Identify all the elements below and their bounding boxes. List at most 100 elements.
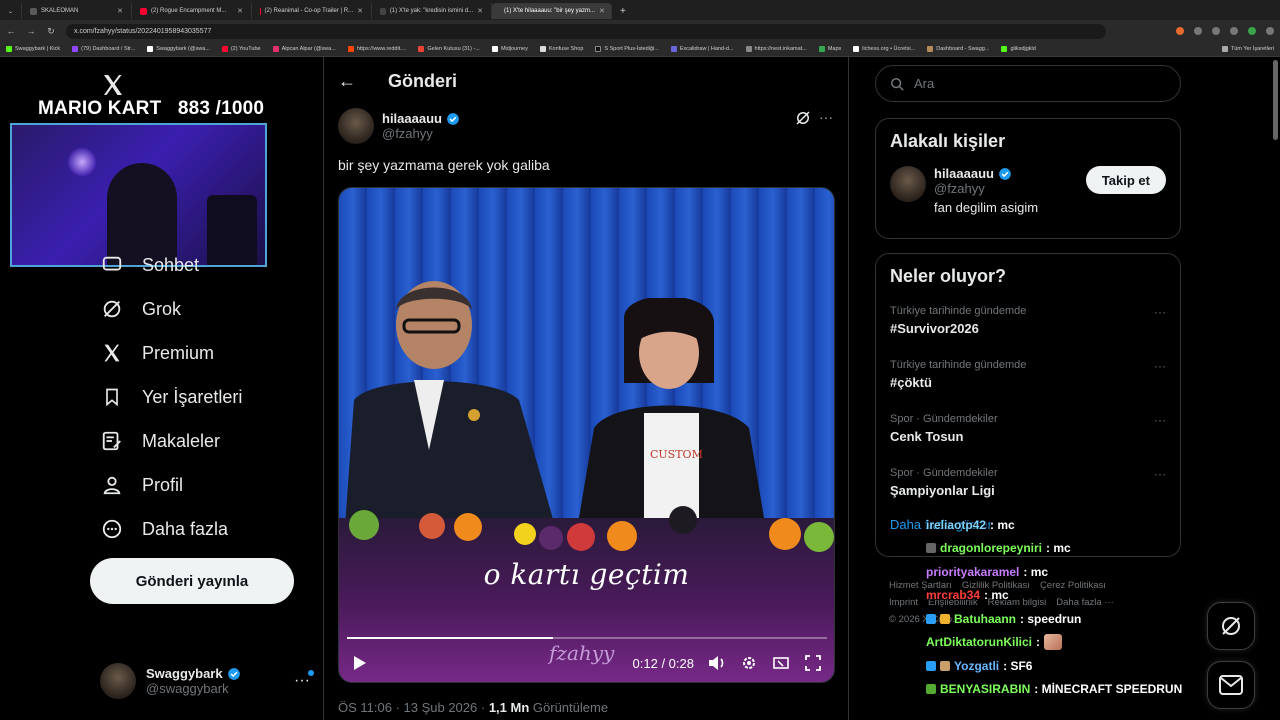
bookmark-item[interactable]: (2) YouTube <box>221 46 261 52</box>
play-icon[interactable] <box>351 654 369 672</box>
avatar[interactable] <box>338 108 374 144</box>
post-button[interactable]: Gönderi yayınla <box>90 558 294 604</box>
new-tab-button[interactable]: + <box>612 3 634 19</box>
url-input[interactable]: x.com/fzahyy/status/2022401958943035577 <box>66 23 1106 39</box>
trend-context: Spor · Gündemdekiler <box>890 467 998 479</box>
grok-floating-button[interactable] <box>1207 602 1255 650</box>
bookmark-item[interactable]: Swaggybark | Kick <box>6 46 60 52</box>
nav-item-bookmarks[interactable]: Yer İşaretleri <box>100 385 242 409</box>
nav-item-chat[interactable]: Sohbet <box>100 253 199 277</box>
extension-icon[interactable] <box>1176 27 1184 35</box>
bookmark-item[interactable]: Maps <box>818 46 841 52</box>
bookmark-item[interactable]: Dashboard - Swagg... <box>927 46 989 52</box>
nav-item-grok[interactable]: Grok <box>100 297 181 321</box>
browser-tab-2[interactable]: (2) Reanimal - Co-op Trailer | R... ✕ <box>252 3 372 19</box>
trend-more-icon[interactable]: ··· <box>1154 359 1166 373</box>
browser-tab-3[interactable]: (1) X'te yak: "kredisin ismini d... ✕ <box>372 3 492 19</box>
trend-more-icon[interactable]: ··· <box>1154 305 1166 319</box>
bookmark-item[interactable]: https://www.reddit.... <box>347 46 406 52</box>
footer-link[interactable]: Imprint <box>889 597 918 608</box>
video-controls: 0:12 / 0:28 <box>339 648 834 678</box>
grok-icon[interactable] <box>794 109 812 127</box>
profile-avatar-icon[interactable] <box>1248 27 1256 35</box>
trend-item[interactable]: Spor · Gündemdekiler Cenk Tosun ··· <box>876 405 1180 459</box>
tab-close-icon[interactable]: ✕ <box>237 7 243 15</box>
bookmark-item[interactable]: Swaggybark (@swa... <box>147 46 210 52</box>
author-name[interactable]: hilaaaauu <box>382 111 442 126</box>
fruit-eggplant <box>669 506 697 534</box>
tab-search-button[interactable]: ⌄ <box>0 3 22 19</box>
bookmark-item[interactable]: lichess.org • Ücretsi... <box>853 46 915 52</box>
browser-tab-active[interactable]: (1) X'te hilaaaauu: "bir şey yazm... ✕ <box>492 3 612 19</box>
extension-icon[interactable] <box>1212 27 1220 35</box>
post-timestamp[interactable]: ÖS 11:06 · 13 Şub 2026 · <box>338 700 489 715</box>
account-switcher[interactable]: Swaggybark @swaggybark ··· <box>100 661 314 701</box>
trend-more-icon[interactable]: ··· <box>1154 413 1166 427</box>
bookmark-item[interactable]: Alpcan Alpar (@swa... <box>272 46 336 52</box>
fruit-orange <box>769 518 801 550</box>
bookmark-item[interactable]: Konfuse Shop <box>539 46 583 52</box>
tab-close-icon[interactable]: ✕ <box>599 7 605 15</box>
post-author[interactable]: hilaaaauu @fzahyy <box>338 108 460 144</box>
bookmark-label: Dashboard - Swagg... <box>936 46 990 52</box>
trend-more-icon[interactable]: ··· <box>1154 467 1166 481</box>
chat-emote-icon <box>1044 634 1063 651</box>
miniplayer-icon[interactable] <box>772 654 790 672</box>
chat-message: BENYASIRABIN : MİNECRAFT SPEEDRUN <box>926 678 1226 702</box>
related-person[interactable]: hilaaaauu @fzahyy fan degilim asigim Tak… <box>876 152 1180 229</box>
browser-tab-0[interactable]: SKALEOMAN ✕ <box>22 3 132 19</box>
post-view-label: Görüntüleme <box>529 700 609 715</box>
fruit-pomegranate <box>419 513 445 539</box>
author-handle[interactable]: @fzahyy <box>382 126 460 141</box>
video-player[interactable]: CUSTOM o kartı geçtim fzahyy 0:12 / 0:28 <box>338 187 835 683</box>
reload-icon[interactable]: ↻ <box>46 26 56 37</box>
x-logo-icon[interactable] <box>101 73 125 97</box>
menu-icon[interactable] <box>1266 27 1274 35</box>
fullscreen-icon[interactable] <box>804 654 822 672</box>
page-scrollbar[interactable] <box>1273 60 1278 140</box>
extensions-tray <box>1176 27 1274 35</box>
trend-item[interactable]: Spor · Gündemdekiler Şampiyonlar Ligi ··… <box>876 459 1180 513</box>
volume-icon[interactable] <box>708 654 726 672</box>
all-bookmarks[interactable]: Tüm Yer İşaretleri <box>1221 46 1274 52</box>
follow-button[interactable]: Takip et <box>1085 166 1166 194</box>
search-icon <box>890 77 904 91</box>
settings-gear-icon[interactable] <box>740 654 758 672</box>
back-icon[interactable]: ← <box>6 26 16 36</box>
search-input[interactable]: Ara <box>875 65 1181 102</box>
post-more-icon[interactable]: ··· <box>819 109 833 125</box>
nav-item-profile[interactable]: Profil <box>100 473 183 497</box>
nav-item-premium[interactable]: Premium <box>100 341 214 365</box>
tab-close-icon[interactable]: ✕ <box>357 7 363 15</box>
bookmark-item[interactable]: https://nest.inkamat... <box>745 46 807 52</box>
extension-icon[interactable] <box>1230 27 1238 35</box>
messages-floating-button[interactable] <box>1207 661 1255 709</box>
chat-message: dragonlorepeyniri : mc <box>926 537 1226 561</box>
avatar[interactable] <box>890 166 926 202</box>
nav-item-articles[interactable]: Makaleler <box>100 429 220 453</box>
account-handle: @swaggybark <box>146 681 229 696</box>
bookmark-item[interactable]: Gelen Kutusu (31) -... <box>418 46 480 52</box>
bookmark-item[interactable]: (79) Dashboard / Str... <box>72 46 135 52</box>
extension-icon[interactable] <box>1194 27 1202 35</box>
bookmark-item[interactable]: Midjourney <box>491 46 528 52</box>
trend-item[interactable]: Türkiye tarihinde gündemde #çöktü ··· <box>876 351 1180 405</box>
back-arrow-icon[interactable]: ← <box>338 71 358 92</box>
account-more-icon[interactable]: ··· <box>294 670 314 690</box>
post-header: ← Gönderi <box>338 71 457 92</box>
chat-message: mrcrab34 : mc <box>926 584 1226 608</box>
browser-tab-1[interactable]: (2) Rogue Encampment M... ✕ <box>132 3 252 19</box>
related-name[interactable]: hilaaaauu <box>934 166 994 181</box>
webcam-overlay <box>10 123 267 267</box>
bookmark-item[interactable]: gliksdjgkld <box>1001 46 1036 52</box>
bookmark-item[interactable]: S Sport Plus-İstediği... <box>595 46 659 52</box>
trend-item[interactable]: Türkiye tarihinde gündemde #Survivor2026… <box>876 297 1180 351</box>
tab-close-icon[interactable]: ✕ <box>117 7 123 15</box>
tab-label: (1) X'te hilaaaauu: "bir şey yazm... <box>504 8 595 14</box>
nav-item-more[interactable]: Daha fazla <box>100 517 228 541</box>
fruit-lemon <box>514 523 536 545</box>
forward-icon[interactable]: → <box>26 26 36 36</box>
bookmark-item[interactable]: Excalidraw | Hand-d... <box>670 46 734 52</box>
tab-close-icon[interactable]: ✕ <box>477 7 483 15</box>
video-progress-bar[interactable] <box>347 637 827 639</box>
